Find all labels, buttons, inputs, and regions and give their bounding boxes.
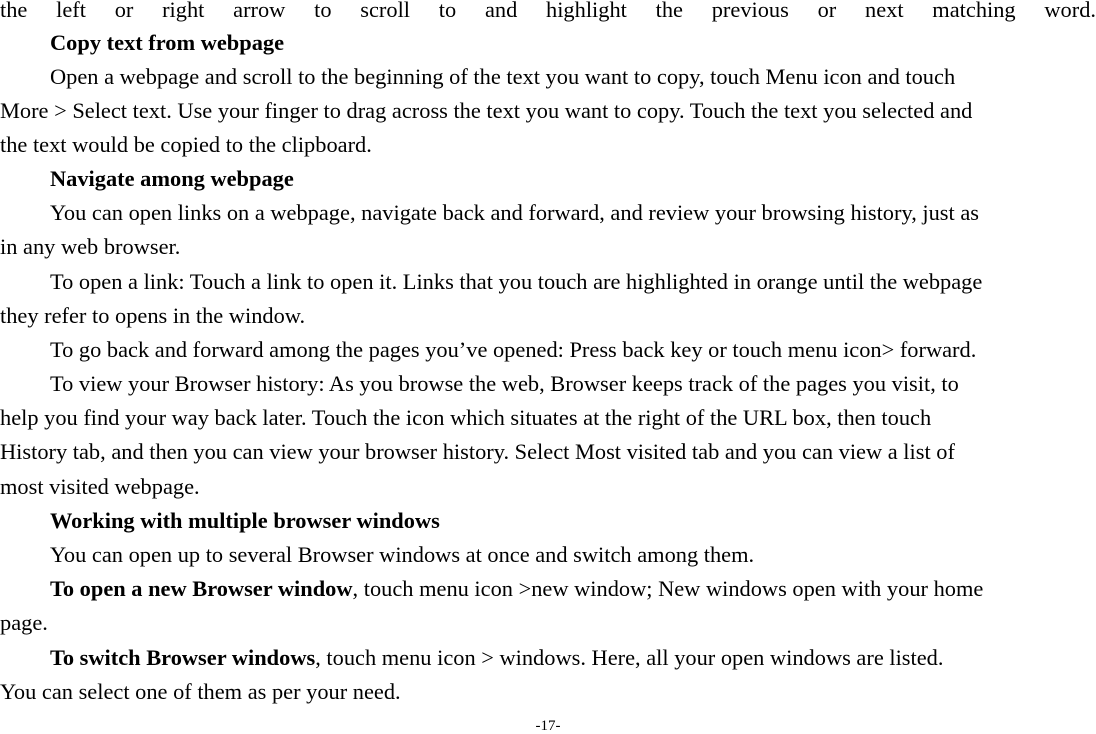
inline-text: , touch menu icon >new window; New windo… xyxy=(352,576,984,601)
body-text-line: they refer to opens in the window. xyxy=(0,303,306,328)
body-text-line: in any web browser. xyxy=(0,234,181,259)
body-text-line: Open a webpage and scroll to the beginni… xyxy=(50,64,956,89)
inline-bold-term: To open a new Browser window xyxy=(50,576,353,601)
body-text-line: To go back and forward among the pages y… xyxy=(50,337,977,362)
body-text-line: More > Select text. Use your finger to d… xyxy=(0,98,973,123)
body-text-line: most visited webpage. xyxy=(0,474,200,499)
inline-bold-term: To switch Browser windows xyxy=(50,645,316,670)
body-text-line: the text would be copied to the clipboar… xyxy=(0,132,372,157)
page-number: -17- xyxy=(535,718,561,734)
section-heading-multiple-windows: Working with multiple browser windows xyxy=(50,504,440,538)
body-text-line: help you find your way back later. Touch… xyxy=(0,405,932,430)
body-text-line: You can open up to several Browser windo… xyxy=(50,542,755,567)
body-text-line: History tab, and then you can view your … xyxy=(0,439,955,464)
body-text-line: page. xyxy=(0,610,48,635)
body-text-line: the left or right arrow to scroll to and… xyxy=(0,0,1096,22)
body-text-line: To open a new Browser window, touch menu… xyxy=(50,572,983,606)
section-heading-navigate: Navigate among webpage xyxy=(50,162,294,196)
heading-text: Navigate among webpage xyxy=(50,166,294,191)
body-text-line: To switch Browser windows, touch menu ic… xyxy=(50,641,943,675)
body-text-line: To open a link: Touch a link to open it.… xyxy=(50,269,983,294)
inline-text: , touch menu icon > windows. Here, all y… xyxy=(315,645,944,670)
body-text-line: You can select one of them as per your n… xyxy=(0,679,401,704)
body-text-line: You can open links on a webpage, navigat… xyxy=(50,200,979,225)
body-text-line: To view your Browser history: As you bro… xyxy=(50,371,959,396)
heading-text: Working with multiple browser windows xyxy=(50,508,440,533)
section-heading-copy-text: Copy text from webpage xyxy=(50,26,284,60)
heading-text: Copy text from webpage xyxy=(50,30,285,55)
